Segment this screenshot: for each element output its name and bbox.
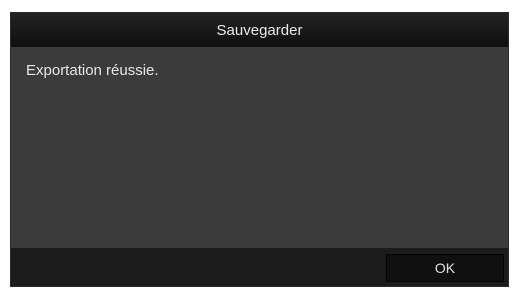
dialog-title: Sauvegarder — [216, 21, 303, 39]
ok-button[interactable]: OK — [386, 254, 504, 282]
dialog-message: Exportation réussie. — [26, 62, 159, 79]
export-dialog: Sauvegarder Exportation réussie. OK — [10, 12, 509, 287]
dialog-body: Exportation réussie. — [11, 47, 508, 248]
dialog-footer: OK — [11, 248, 508, 286]
dialog-titlebar: Sauvegarder — [11, 13, 508, 47]
